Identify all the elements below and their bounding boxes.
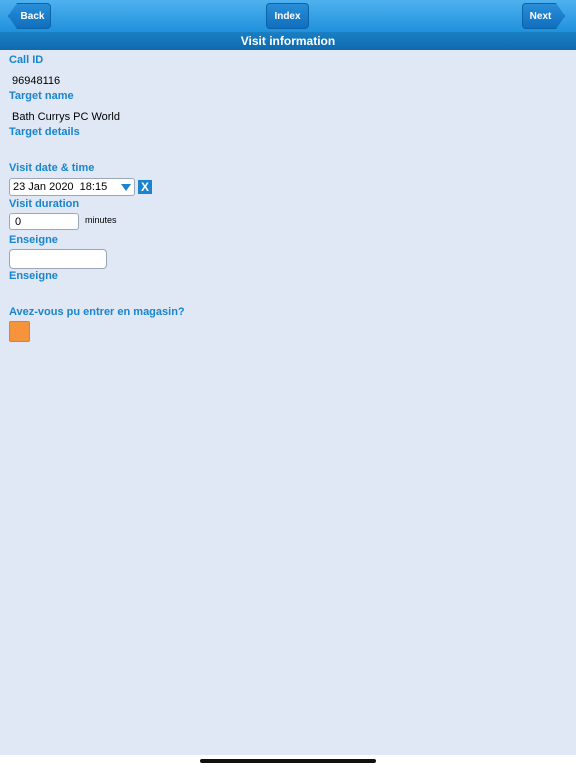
target-name-label: Target name — [9, 90, 74, 102]
visit-datetime-label: Visit date & time — [9, 162, 95, 174]
visit-duration-input[interactable] — [9, 213, 79, 230]
enseigne-input[interactable] — [9, 249, 107, 269]
page-title: Visit information — [0, 32, 576, 50]
enseigne-label-secondary: Enseigne — [9, 270, 58, 282]
enseigne-label: Enseigne — [9, 234, 58, 246]
duration-unit-label: minutes — [85, 215, 117, 225]
store-access-checkbox[interactable] — [9, 321, 30, 342]
index-button[interactable]: Index — [266, 3, 309, 29]
next-button[interactable]: Next — [522, 3, 565, 29]
clear-datetime-button[interactable]: X — [138, 180, 152, 194]
target-name-value: Bath Currys PC World — [12, 111, 120, 123]
visit-datetime-value: 23 Jan 2020 18:15 — [13, 181, 108, 193]
target-details-label[interactable]: Target details — [9, 126, 80, 138]
top-navbar: Back Index Next — [0, 0, 576, 32]
visit-duration-label: Visit duration — [9, 198, 80, 210]
chevron-down-icon — [121, 184, 131, 191]
visit-datetime-select[interactable]: 23 Jan 2020 18:15 — [9, 178, 135, 196]
back-button[interactable]: Back — [8, 3, 51, 29]
home-indicator[interactable] — [200, 759, 376, 763]
call-id-label: Call ID — [9, 54, 44, 66]
screen: Back Index Next Visit information Call I… — [0, 0, 576, 768]
store-access-label: Avez-vous pu entrer en magasin? — [9, 306, 185, 318]
call-id-value: 96948116 — [12, 75, 61, 87]
